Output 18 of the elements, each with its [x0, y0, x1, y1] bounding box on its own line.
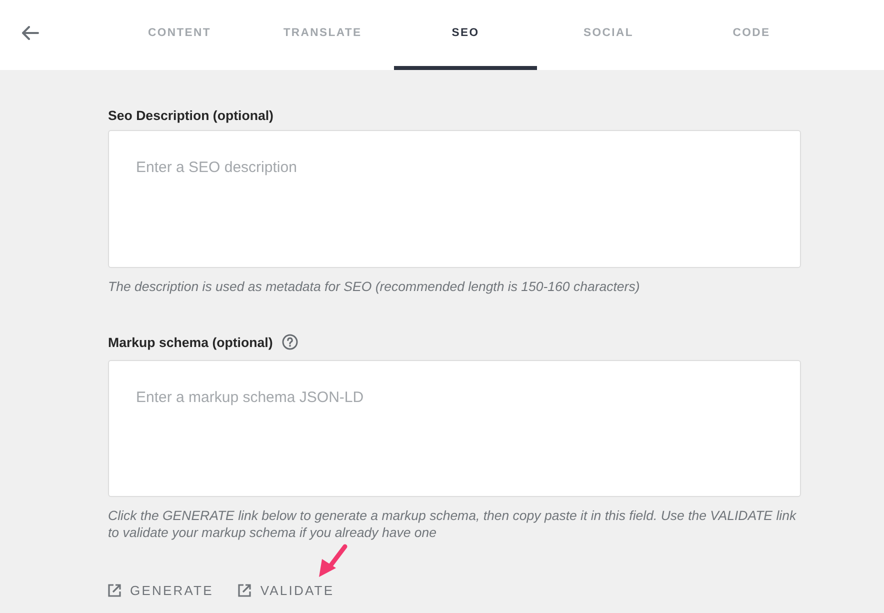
field-label: Markup schema (optional) — [108, 334, 273, 350]
nav-tab[interactable]: CONTENT — [108, 0, 251, 70]
description-field[interactable]: Enter a SEO description — [108, 130, 801, 268]
external-link-icon — [108, 584, 121, 596]
external-link-icon — [238, 584, 252, 596]
help-icon[interactable] — [282, 334, 298, 350]
hint-text: The description is used as metadata for SEO (recommended length is 150-160 characters) — [108, 278, 641, 295]
field-label: Seo Description (optional) — [108, 108, 274, 122]
arrow-left-icon — [21, 26, 39, 40]
nav-tab[interactable]: TRANSLATE — [251, 0, 394, 70]
markup-schema-field[interactable]: Enter a markup schema JSON-LD — [108, 360, 801, 497]
nav-tab[interactable]: SEO — [394, 0, 537, 70]
nav-tab[interactable]: SOCIAL — [537, 0, 680, 70]
nav-tab[interactable]: CODE — [680, 0, 823, 70]
annotation-arrow — [318, 544, 348, 578]
hint-text: Click the GENERATE link below to generate a markup schema, then copy paste it in this field. Use the VALIDATE link to validate your markup schema if you already have one — [108, 507, 798, 541]
validate-link[interactable]: VALIDATE — [238, 580, 334, 600]
generate-link[interactable]: GENERATE — [108, 580, 214, 600]
